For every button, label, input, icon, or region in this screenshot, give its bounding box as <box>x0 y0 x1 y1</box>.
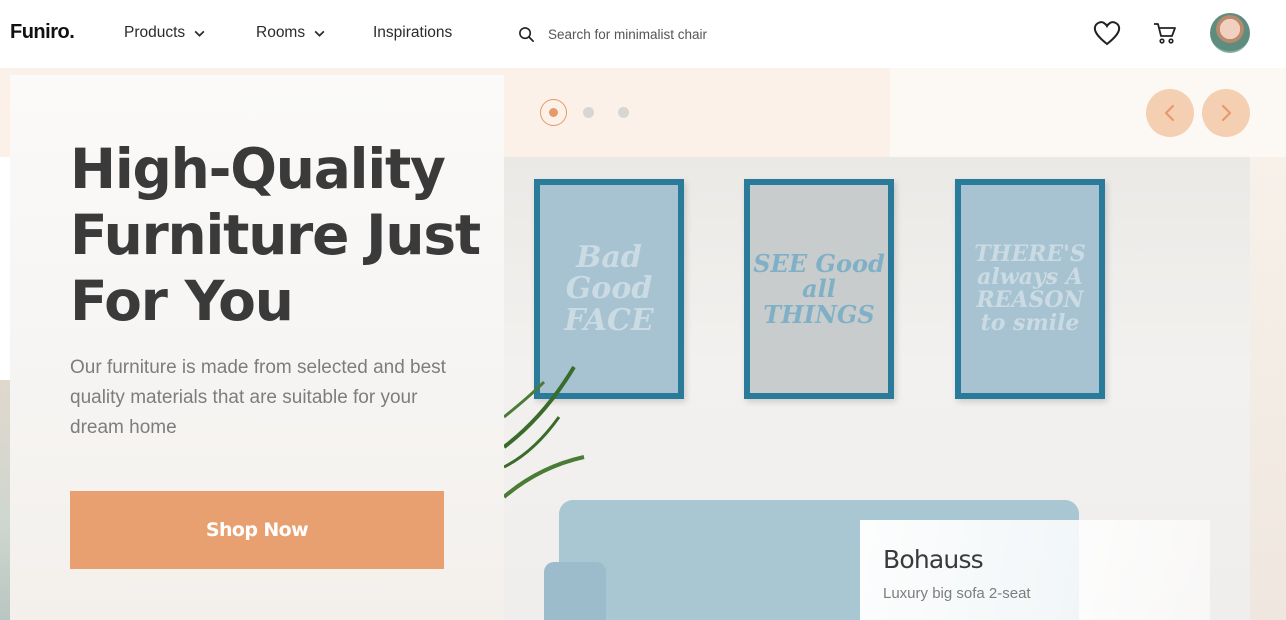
nav-products[interactable]: Products <box>124 24 206 42</box>
carousel-dot-3[interactable] <box>618 107 629 118</box>
cart-button[interactable] <box>1150 18 1180 48</box>
hero-description: Our furniture is made from selected and … <box>70 357 446 438</box>
top-navbar: Funiro. Products Rooms Inspirations <box>0 0 1286 68</box>
brand-logo[interactable]: Funiro. <box>10 21 75 44</box>
nav-inspirations[interactable]: Inspirations <box>373 24 452 42</box>
product-name: Bohauss <box>883 545 984 574</box>
chevron-right-icon <box>1221 104 1232 122</box>
chevron-down-icon <box>314 30 325 37</box>
shop-now-button[interactable]: Shop Now <box>70 491 444 569</box>
frame-2-text: SEE Good all THINGS <box>753 249 885 329</box>
nav-products-label: Products <box>124 24 186 41</box>
nav-inspirations-label: Inspirations <box>373 24 453 41</box>
product-subtitle: Luxury big sofa 2-seat <box>883 585 1031 602</box>
chevron-down-icon <box>194 30 205 37</box>
product-info-card[interactable]: Bohauss Luxury big sofa 2-seat <box>860 520 1210 620</box>
frame-3-text: THERE'S always A REASON to smile <box>974 240 1086 337</box>
cart-icon <box>1154 23 1176 44</box>
carousel-next-button[interactable] <box>1202 89 1250 137</box>
user-avatar[interactable] <box>1210 13 1250 53</box>
carousel-dot-2[interactable] <box>583 107 594 118</box>
search-input[interactable] <box>548 26 848 42</box>
wishlist-button[interactable] <box>1092 18 1122 48</box>
sofa-arm <box>544 562 606 620</box>
wall-frame-2: SEE Good all THINGS <box>744 179 894 399</box>
search-bar <box>504 12 890 56</box>
carousel-prev-button[interactable] <box>1146 89 1194 137</box>
chevron-left-icon <box>1164 104 1175 122</box>
nav-rooms-label: Rooms <box>256 24 306 41</box>
frame-1-text: Bad Good FACE <box>564 239 654 338</box>
search-icon[interactable] <box>518 26 535 43</box>
carousel-dot-1[interactable] <box>540 99 567 126</box>
nav-rooms[interactable]: Rooms <box>256 24 326 42</box>
heart-icon <box>1093 21 1121 46</box>
next-slide-preview <box>1250 157 1286 620</box>
hero-title: High-Quality Furniture Just For You <box>70 137 481 333</box>
wall-frame-3: THERE'S always A REASON to smile <box>955 179 1105 399</box>
